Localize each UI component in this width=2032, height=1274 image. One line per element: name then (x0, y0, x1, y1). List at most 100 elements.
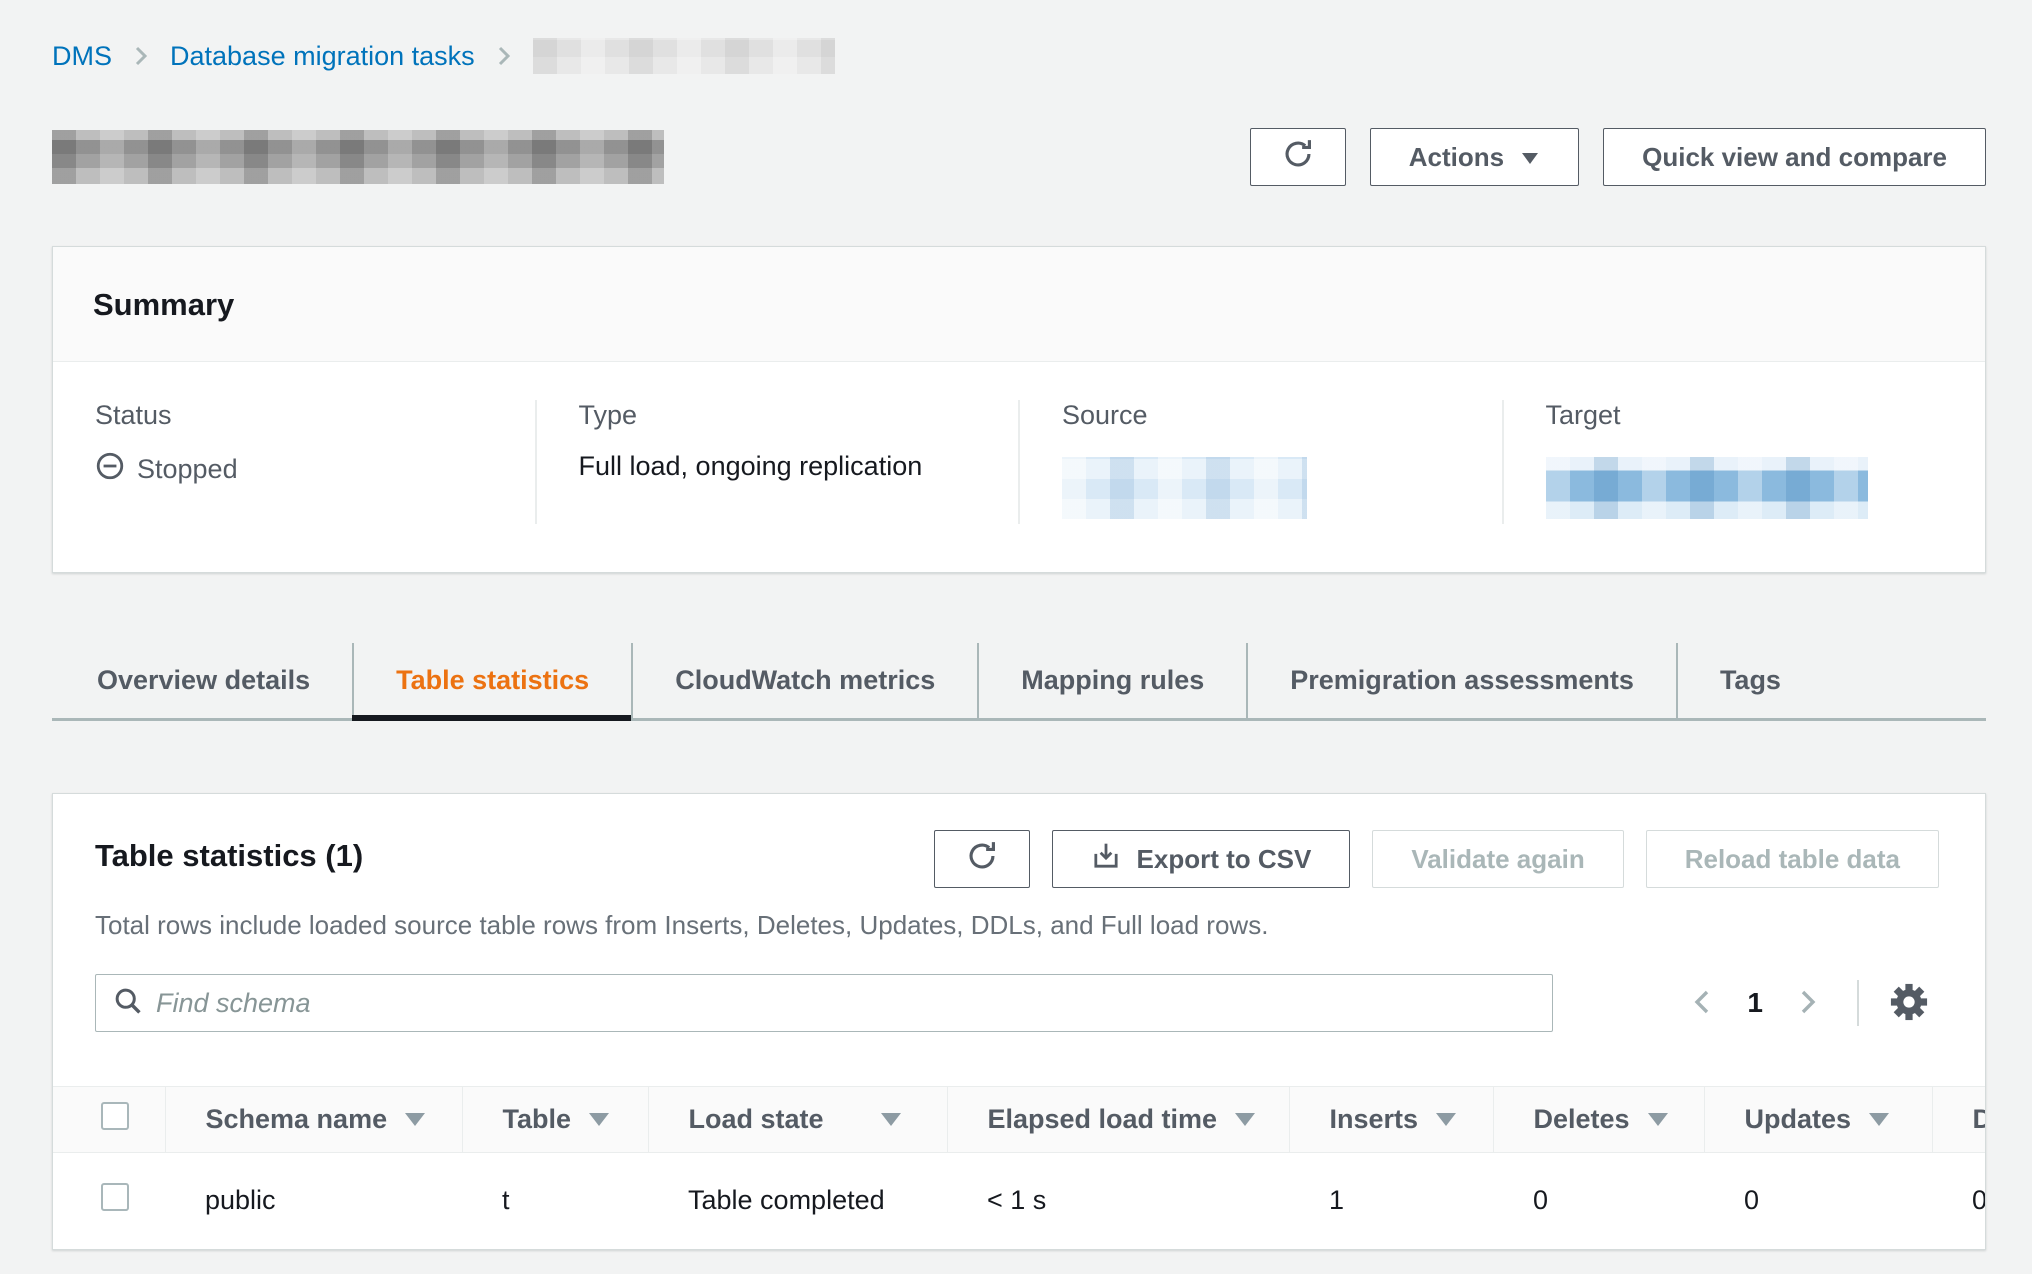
header-actions: Actions Quick view and compare (1250, 128, 1986, 186)
cell-inserts: 1 (1289, 1153, 1493, 1249)
cell-table: t (462, 1153, 648, 1249)
cell-load-state: Table completed (648, 1153, 947, 1249)
task-name-redacted (52, 130, 664, 184)
download-icon (1091, 841, 1121, 878)
tab-mapping-rules[interactable]: Mapping rules (977, 643, 1246, 718)
table-preferences-button[interactable] (1883, 976, 1935, 1031)
quick-view-compare-button[interactable]: Quick view and compare (1603, 128, 1986, 186)
table-filter-row: 1 (95, 974, 1939, 1032)
table-statistics-table: Schema name Table Load state Elapsed loa… (53, 1086, 1985, 1249)
validate-again-label: Validate again (1411, 844, 1584, 875)
type-value: Full load, ongoing replication (579, 451, 999, 482)
sort-descending-icon[interactable] (1235, 1113, 1255, 1126)
status-value: Stopped (95, 451, 515, 488)
source-endpoint-link-redacted[interactable] (1062, 457, 1307, 519)
summary-panel: Summary Status Stopped Type Full load, o… (52, 246, 1986, 573)
refresh-icon (965, 839, 999, 880)
column-header-schema-name[interactable]: Schema name (165, 1087, 462, 1153)
tab-premigration-assessments[interactable]: Premigration assessments (1246, 643, 1676, 718)
current-page-number[interactable]: 1 (1747, 987, 1763, 1019)
column-header-load-state[interactable]: Load state (648, 1087, 947, 1153)
search-icon (112, 985, 144, 1022)
target-endpoint-link-redacted[interactable] (1546, 457, 1868, 519)
table-refresh-button[interactable] (934, 830, 1030, 888)
sort-descending-icon[interactable] (589, 1113, 609, 1126)
actions-button-label: Actions (1409, 142, 1504, 173)
source-label: Source (1062, 400, 1482, 431)
refresh-icon (1281, 137, 1315, 178)
summary-title: Summary (53, 247, 1985, 362)
previous-page-button[interactable] (1683, 979, 1721, 1028)
task-detail-tabs: Overview details Table statistics CloudW… (52, 643, 1986, 721)
table-tools-buttons: Export to CSV Validate again Reload tabl… (934, 830, 1939, 888)
target-label: Target (1546, 400, 1966, 431)
cell-schema-name: public (165, 1153, 462, 1249)
summary-status-column: Status Stopped (53, 400, 535, 524)
column-header-table[interactable]: Table (462, 1087, 648, 1153)
settings-gear-icon (1887, 980, 1931, 1027)
column-label: Load state (689, 1104, 824, 1135)
column-header-truncated[interactable]: D (1932, 1087, 1985, 1153)
summary-source-column: Source (1018, 400, 1502, 524)
column-label: Schema name (206, 1104, 388, 1135)
column-header-elapsed-load-time[interactable]: Elapsed load time (947, 1087, 1289, 1153)
pagination: 1 (1683, 976, 1935, 1031)
status-label: Status (95, 400, 515, 431)
chevron-right-icon (1795, 985, 1821, 1022)
reload-table-data-button: Reload table data (1646, 830, 1939, 888)
pager-divider (1857, 980, 1859, 1026)
breadcrumb-tasks-link[interactable]: Database migration tasks (170, 41, 475, 72)
column-label: Updates (1745, 1104, 1852, 1135)
export-to-csv-label: Export to CSV (1137, 844, 1312, 875)
find-schema-searchbox (95, 974, 1553, 1032)
summary-target-column: Target (1502, 400, 1986, 524)
sort-descending-icon[interactable] (881, 1113, 901, 1126)
column-label: Deletes (1534, 1104, 1630, 1135)
sort-descending-icon[interactable] (1436, 1113, 1456, 1126)
chevron-left-icon (1689, 985, 1715, 1022)
column-header-updates[interactable]: Updates (1704, 1087, 1932, 1153)
sort-descending-icon[interactable] (1869, 1113, 1889, 1126)
next-page-button[interactable] (1789, 979, 1827, 1028)
column-label: Table (503, 1104, 572, 1135)
summary-type-column: Type Full load, ongoing replication (535, 400, 1019, 524)
row-checkbox[interactable] (101, 1183, 129, 1211)
select-all-checkbox[interactable] (101, 1102, 129, 1130)
breadcrumb: DMS Database migration tasks (52, 36, 1986, 76)
column-header-deletes[interactable]: Deletes (1493, 1087, 1704, 1153)
table-statistics-title: Table statistics (1) (95, 830, 363, 874)
page-header: Actions Quick view and compare (52, 128, 1986, 186)
table-statistics-panel: Table statistics (1) Export to CSV (52, 793, 1986, 1250)
status-text: Stopped (137, 454, 238, 485)
sort-descending-icon[interactable] (1648, 1113, 1668, 1126)
column-header-inserts[interactable]: Inserts (1289, 1087, 1493, 1153)
validate-again-button: Validate again (1372, 830, 1623, 888)
export-to-csv-button[interactable]: Export to CSV (1052, 830, 1351, 888)
refresh-button[interactable] (1250, 128, 1346, 186)
summary-grid: Status Stopped Type Full load, ongoing r… (53, 362, 1985, 572)
tab-cloudwatch-metrics[interactable]: CloudWatch metrics (631, 643, 977, 718)
sort-descending-icon[interactable] (405, 1113, 425, 1126)
type-label: Type (579, 400, 999, 431)
actions-button[interactable]: Actions (1370, 128, 1579, 186)
column-label: Inserts (1330, 1104, 1419, 1135)
table-header-row: Schema name Table Load state Elapsed loa… (53, 1087, 1985, 1153)
column-label: Elapsed load time (988, 1104, 1218, 1135)
dms-task-page: DMS Database migration tasks Actions (0, 0, 2032, 1250)
cell-elapsed-load-time: < 1 s (947, 1153, 1289, 1249)
quick-view-label: Quick view and compare (1642, 142, 1947, 173)
reload-table-data-label: Reload table data (1685, 844, 1900, 875)
stopped-circle-minus-icon (95, 451, 125, 488)
chevron-right-icon (493, 41, 515, 71)
cell-deletes: 0 (1493, 1153, 1704, 1249)
column-label: D (1973, 1104, 1986, 1135)
breadcrumb-dms-link[interactable]: DMS (52, 41, 112, 72)
tab-table-statistics[interactable]: Table statistics (352, 643, 631, 718)
tab-tags[interactable]: Tags (1676, 643, 1823, 718)
table-row: public t Table completed < 1 s 1 0 0 0 (53, 1153, 1985, 1249)
find-schema-input[interactable] (156, 988, 1536, 1019)
tab-overview-details[interactable]: Overview details (52, 643, 352, 718)
chevron-right-icon (130, 41, 152, 71)
cell-updates: 0 (1704, 1153, 1932, 1249)
cell-truncated: 0 (1932, 1153, 1985, 1249)
